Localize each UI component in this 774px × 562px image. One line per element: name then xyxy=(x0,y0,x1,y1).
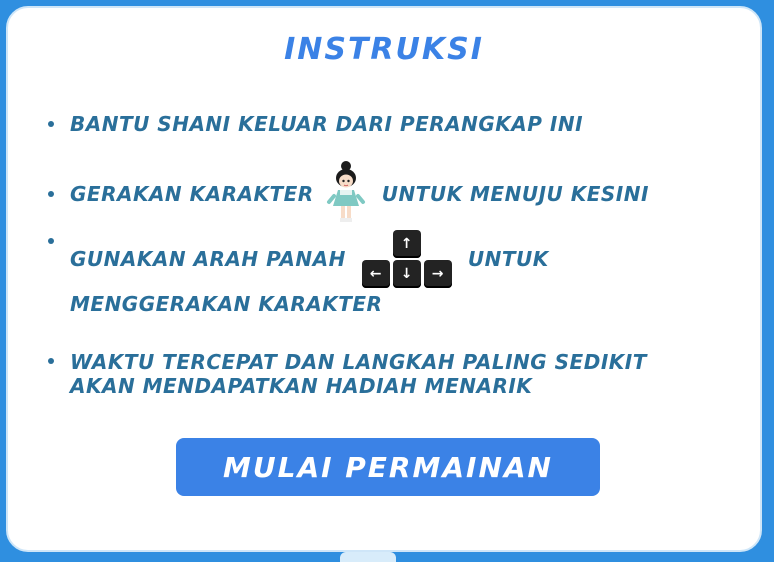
instruction-text-4b: akan mendapatkan hadiah menarik xyxy=(70,374,533,398)
instruction-item-4: Waktu tercepat dan langkah paling sediki… xyxy=(48,350,647,398)
instruction-item-2: Gerakan karakter untuk menuju kesini xyxy=(48,154,649,234)
bullet xyxy=(48,358,54,364)
character-shani-icon xyxy=(326,160,366,228)
instruction-text-3a: Gunakan arah panah xyxy=(70,247,346,271)
instruction-text-3c: menggerakan karakter xyxy=(70,292,383,316)
arrow-right-key-icon: → xyxy=(423,260,452,288)
bullet xyxy=(48,238,54,244)
instruction-text-1: Bantu Shani keluar dari perangkap ini xyxy=(70,112,584,136)
instruction-item-3: Gunakan arah panah ↑ ← ↓ → untuk mengger… xyxy=(48,230,549,316)
instruction-text-3b: untuk xyxy=(467,247,549,271)
instruction-item-1: Bantu Shani keluar dari perangkap ini xyxy=(48,112,583,136)
bullet xyxy=(48,121,54,127)
instruction-text-2b: untuk menuju kesini xyxy=(381,182,649,206)
bullet xyxy=(48,191,54,197)
start-game-button[interactable]: Mulai Permainan xyxy=(176,438,600,496)
arrow-up-key-icon: ↑ xyxy=(392,230,421,258)
instruction-item-4-body: Waktu tercepat dan langkah paling sediki… xyxy=(70,350,647,398)
bottom-tab xyxy=(340,552,396,562)
instruction-text-2a: Gerakan karakter xyxy=(70,182,314,206)
arrow-down-key-icon: ↓ xyxy=(392,260,421,288)
instruction-item-3-body: Gunakan arah panah ↑ ← ↓ → untuk mengger… xyxy=(70,230,549,316)
page-title: Instruksi xyxy=(284,32,484,67)
instruction-text-4a: Waktu tercepat dan langkah paling sediki… xyxy=(70,350,647,374)
instruction-item-3-line-1: Gunakan arah panah ↑ ← ↓ → untuk xyxy=(70,230,549,288)
arrow-left-key-icon: ← xyxy=(361,260,390,288)
arrow-keys: ↑ ← ↓ → xyxy=(361,230,452,288)
